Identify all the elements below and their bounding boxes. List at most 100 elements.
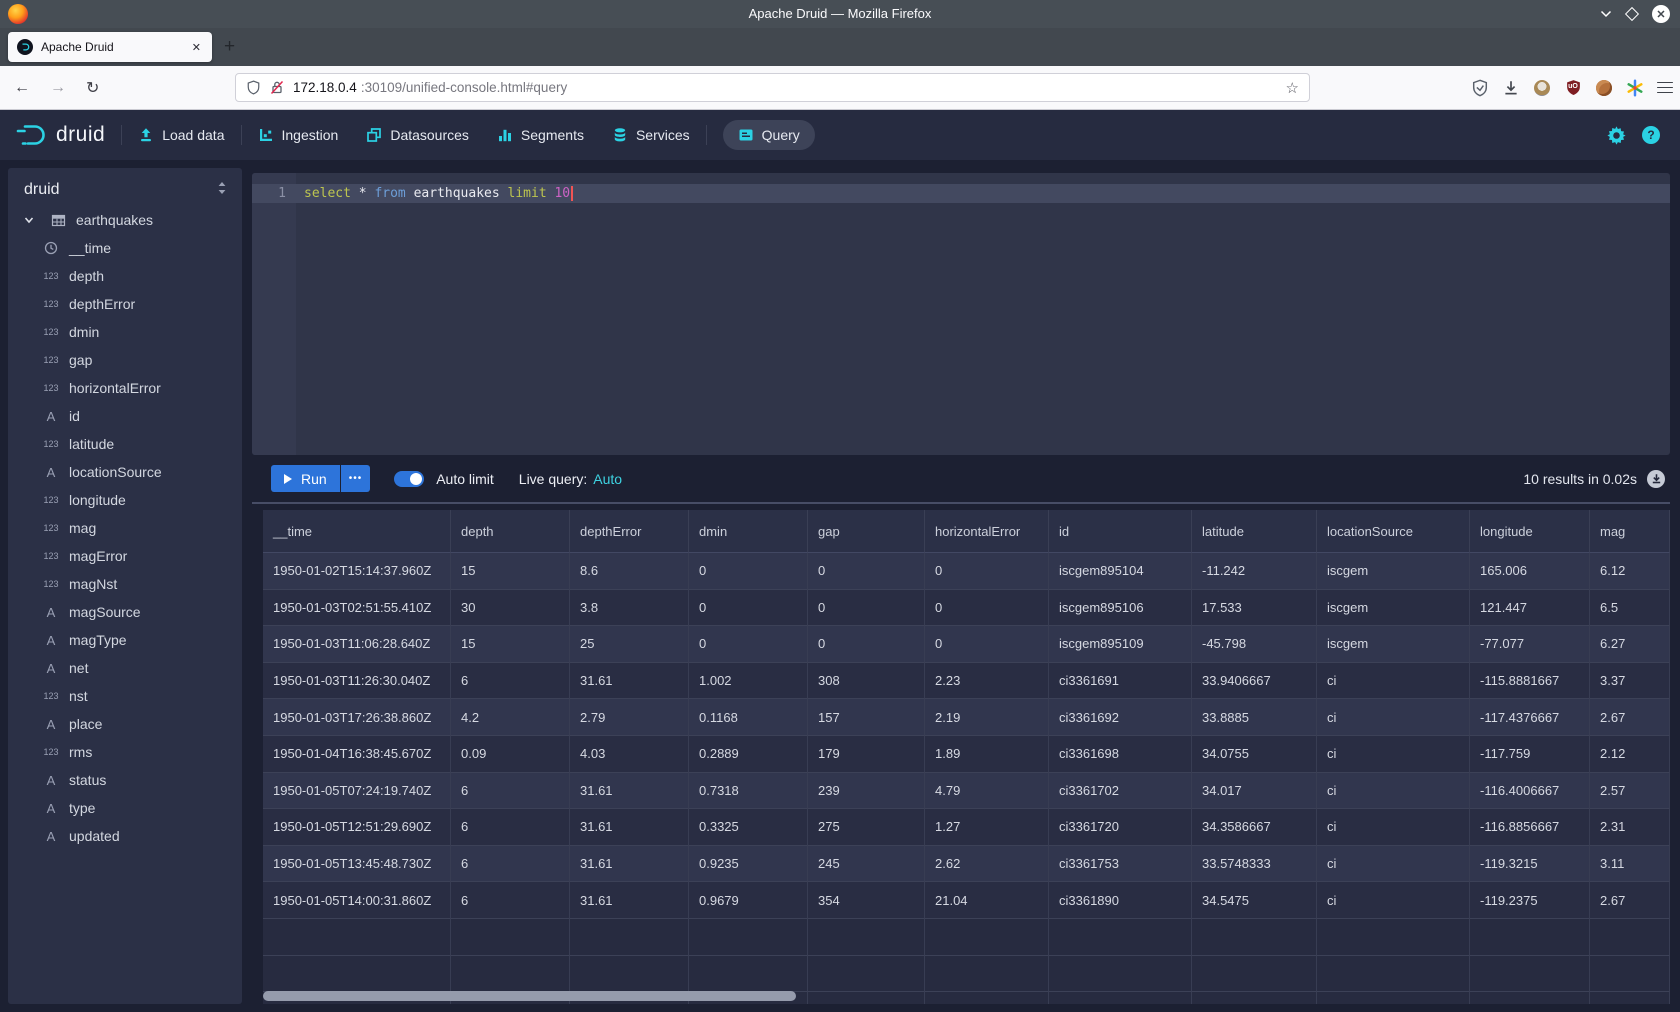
cell[interactable]: 6 (451, 663, 570, 700)
cell[interactable]: 0 (925, 553, 1049, 590)
download-results-icon[interactable] (1647, 470, 1665, 488)
nav-services[interactable]: Services (612, 127, 690, 143)
cell[interactable]: 2.67 (1590, 882, 1670, 919)
cell[interactable]: 179 (808, 736, 925, 773)
window-menu-chevron-icon[interactable] (1600, 10, 1612, 18)
sidebar-item-nst[interactable]: 123nst (8, 682, 242, 710)
cell[interactable]: -115.8881667 (1470, 663, 1590, 700)
cell[interactable]: ci (1317, 809, 1470, 846)
cell[interactable]: ci (1317, 882, 1470, 919)
cell[interactable]: 308 (808, 663, 925, 700)
cell[interactable]: 6.12 (1590, 553, 1670, 590)
cell[interactable]: ci3361890 (1049, 882, 1192, 919)
cell[interactable]: -45.798 (1192, 626, 1317, 663)
cell[interactable] (1317, 992, 1470, 1004)
cell[interactable]: -117.4376667 (1470, 699, 1590, 736)
cell[interactable] (451, 956, 570, 993)
cell[interactable] (1470, 919, 1590, 956)
schema-selector[interactable]: druid (8, 168, 242, 206)
cell[interactable] (1590, 919, 1670, 956)
column-header-longitude[interactable]: longitude (1470, 510, 1590, 553)
cell[interactable]: ci3361691 (1049, 663, 1192, 700)
cell[interactable]: 0.7318 (689, 773, 808, 810)
cell[interactable]: iscgem (1317, 553, 1470, 590)
new-tab-button[interactable]: + (224, 36, 235, 58)
sidebar-item-type[interactable]: Atype (8, 794, 242, 822)
cell[interactable] (451, 919, 570, 956)
cell[interactable]: 0.09 (451, 736, 570, 773)
sidebar-item-depth[interactable]: 123depth (8, 262, 242, 290)
cell[interactable]: iscgem895104 (1049, 553, 1192, 590)
cell[interactable] (808, 992, 925, 1004)
column-header-mag[interactable]: mag (1590, 510, 1670, 553)
column-header-depthError[interactable]: depthError (570, 510, 689, 553)
cell[interactable]: ci (1317, 846, 1470, 883)
cell[interactable]: iscgem (1317, 626, 1470, 663)
column-header-latitude[interactable]: latitude (1192, 510, 1317, 553)
cell[interactable]: ci (1317, 773, 1470, 810)
cell[interactable]: 121.447 (1470, 590, 1590, 627)
column-header-gap[interactable]: gap (808, 510, 925, 553)
cell[interactable] (1317, 919, 1470, 956)
cell[interactable]: 25 (570, 626, 689, 663)
menu-hamburger-icon[interactable] (1657, 82, 1673, 94)
cell[interactable]: ci3361698 (1049, 736, 1192, 773)
cell[interactable] (689, 919, 808, 956)
column-header-horizontalError[interactable]: horizontalError (925, 510, 1049, 553)
nav-datasources[interactable]: Datasources (366, 127, 469, 143)
cell[interactable]: 3.37 (1590, 663, 1670, 700)
cell[interactable]: 0.9235 (689, 846, 808, 883)
cell[interactable] (925, 992, 1049, 1004)
sidebar-item-place[interactable]: Aplace (8, 710, 242, 738)
sql-text[interactable]: select * from earthquakes limit 10 (304, 186, 573, 201)
cell[interactable]: 1.002 (689, 663, 808, 700)
colorful-asterisk-extension-icon[interactable] (1626, 79, 1644, 97)
sidebar-item-net[interactable]: Anet (8, 654, 242, 682)
cell[interactable]: 6 (451, 809, 570, 846)
cell[interactable]: 0 (808, 553, 925, 590)
sidebar-item-magSource[interactable]: AmagSource (8, 598, 242, 626)
cell[interactable]: ci (1317, 699, 1470, 736)
cell[interactable]: 2.23 (925, 663, 1049, 700)
cell[interactable]: 0.9679 (689, 882, 808, 919)
cell[interactable]: 17.533 (1192, 590, 1317, 627)
cell[interactable]: 31.61 (570, 809, 689, 846)
column-header-depth[interactable]: depth (451, 510, 570, 553)
cell[interactable] (1049, 956, 1192, 993)
cell[interactable] (263, 919, 451, 956)
cell[interactable]: ci3361692 (1049, 699, 1192, 736)
cell[interactable] (1192, 919, 1317, 956)
cell[interactable]: 4.2 (451, 699, 570, 736)
reload-icon[interactable]: ↻ (86, 78, 99, 98)
browser-tab[interactable]: Apache Druid ✕ (8, 32, 212, 62)
cell[interactable]: 31.61 (570, 846, 689, 883)
pocket-shield-icon[interactable] (1471, 79, 1489, 97)
extension-avatar-icon[interactable] (1533, 79, 1551, 97)
nav-load-data[interactable]: Load data (138, 127, 224, 143)
cell[interactable]: 1950-01-03T02:51:55.410Z (263, 590, 451, 627)
auto-limit-toggle[interactable] (394, 471, 424, 487)
cell[interactable] (1317, 956, 1470, 993)
sidebar-item-magNst[interactable]: 123magNst (8, 570, 242, 598)
cell[interactable]: 0 (689, 553, 808, 590)
cell[interactable]: 354 (808, 882, 925, 919)
cookie-extension-icon[interactable] (1595, 79, 1613, 97)
cell[interactable]: 3.8 (570, 590, 689, 627)
cell[interactable] (1192, 956, 1317, 993)
cell[interactable]: 21.04 (925, 882, 1049, 919)
cell[interactable]: 31.61 (570, 882, 689, 919)
cell[interactable] (570, 919, 689, 956)
cell[interactable] (808, 956, 925, 993)
cell[interactable]: 2.57 (1590, 773, 1670, 810)
cell[interactable]: 0 (925, 590, 1049, 627)
sidebar-item-locationSource[interactable]: AlocationSource (8, 458, 242, 486)
downloads-icon[interactable] (1502, 79, 1520, 97)
cell[interactable]: ci (1317, 663, 1470, 700)
cell[interactable]: 34.3586667 (1192, 809, 1317, 846)
tracking-shield-icon[interactable] (246, 80, 261, 95)
cell[interactable]: 1950-01-03T11:06:28.640Z (263, 626, 451, 663)
sidebar-item-dmin[interactable]: 123dmin (8, 318, 242, 346)
sidebar-item-magType[interactable]: AmagType (8, 626, 242, 654)
cell[interactable]: 6 (451, 846, 570, 883)
cell[interactable] (1590, 956, 1670, 993)
